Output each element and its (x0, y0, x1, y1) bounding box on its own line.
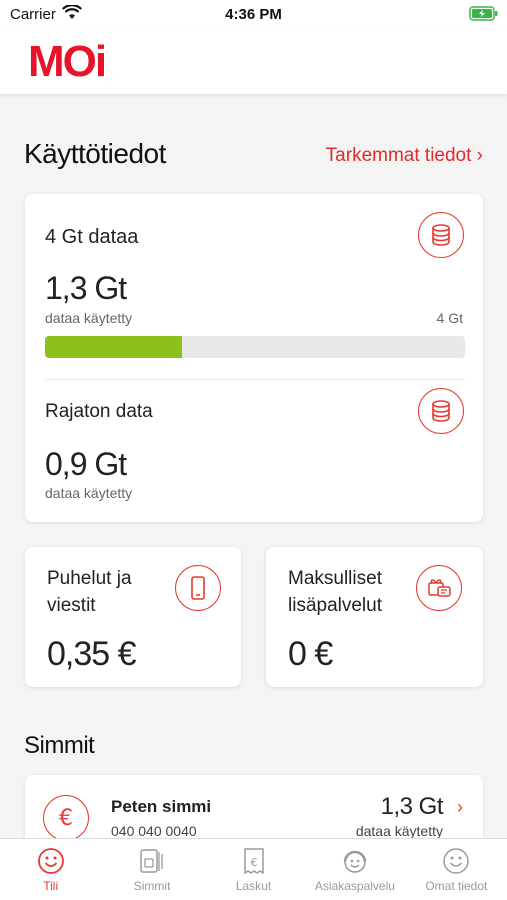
calls-card[interactable]: Puhelut ja viestit 0,35 € (25, 547, 241, 687)
extras-title: Maksulliset lisäpalvelut (288, 565, 382, 619)
sim-used-label: dataa käytetty (355, 823, 443, 839)
tab-tili-label: Tili (43, 879, 59, 893)
calls-amount: 0,35 € (47, 635, 137, 673)
plan-used-label: dataa käytetty (45, 310, 133, 326)
data-progress-bar (45, 336, 465, 358)
sim-icon (140, 849, 163, 873)
tab-omat-tiedot-label: Omat tiedot (425, 879, 488, 893)
calls-title-line1: Puhelut ja (47, 568, 132, 589)
data-usage-card[interactable]: 4 Gt dataa 1,3 Gt dataa käytetty 4 Gt Ra… (25, 194, 483, 522)
profile-icon (443, 848, 470, 874)
tab-asiakaspalvelu-label: Asiakaspalvelu (314, 879, 395, 893)
receipt-icon: € (243, 848, 264, 875)
unlimited-name: Rajaton data (45, 401, 153, 422)
support-icon (343, 850, 367, 873)
card-divider (45, 379, 465, 380)
extras-card[interactable]: Maksulliset lisäpalvelut 0 € (266, 547, 483, 687)
status-time: 4:36 PM (225, 6, 282, 23)
tab-laskut[interactable]: € Laskut (203, 839, 304, 900)
sim-used-amount: 1,3 Gt (380, 793, 444, 820)
smiley-icon (37, 848, 64, 874)
moi-logo: MOi (28, 37, 132, 87)
extras-title-line1: Maksulliset (288, 568, 382, 589)
calls-title: Puhelut ja viestit (47, 565, 132, 619)
euro-icon: € (43, 795, 89, 841)
status-bar: Carrier 4:36 PM (0, 0, 507, 30)
tab-asiakaspalvelu[interactable]: Asiakaspalvelu (304, 839, 405, 900)
svg-text:€: € (250, 856, 257, 869)
tab-simmit-label: Simmit (133, 879, 171, 893)
tab-bar: Tili Simmit € Laskut Asiakaspalvelu Omat… (0, 838, 507, 900)
unlimited-used-label: dataa käytetty (45, 485, 133, 501)
plan-name: 4 Gt dataa (45, 226, 139, 248)
battery-icon (469, 6, 499, 27)
data-progress-fill (45, 336, 182, 358)
data-coins-icon (418, 212, 464, 258)
sim-number: 040 040 0040 (111, 823, 197, 839)
gift-chat-icon (416, 565, 462, 611)
tab-omat-tiedot[interactable]: Omat tiedot (406, 839, 507, 900)
phone-icon (175, 565, 221, 611)
chevron-right-icon[interactable]: › (457, 797, 463, 818)
plan-used-amount: 1,3 Gt (45, 270, 127, 306)
plan-limit: 4 Gt (436, 310, 463, 326)
data-coins-icon (418, 388, 464, 434)
calls-title-line2: viestit (47, 595, 96, 616)
logo-text: MOi (28, 40, 105, 82)
unlimited-used-amount: 0,9 Gt (45, 446, 127, 482)
app-header: MOi (0, 30, 507, 94)
tab-laskut-label: Laskut (235, 879, 272, 893)
sims-title: Simmit (24, 732, 95, 759)
usage-title: Käyttötiedot (24, 138, 166, 169)
extras-title-line2: lisäpalvelut (288, 595, 382, 616)
tab-tili[interactable]: Tili (0, 839, 101, 900)
extras-amount: 0 € (288, 635, 333, 673)
more-details-link[interactable]: Tarkemmat tiedot › (326, 145, 483, 167)
tab-simmit[interactable]: Simmit (101, 839, 202, 900)
sim-name: Peten simmi (111, 797, 212, 816)
